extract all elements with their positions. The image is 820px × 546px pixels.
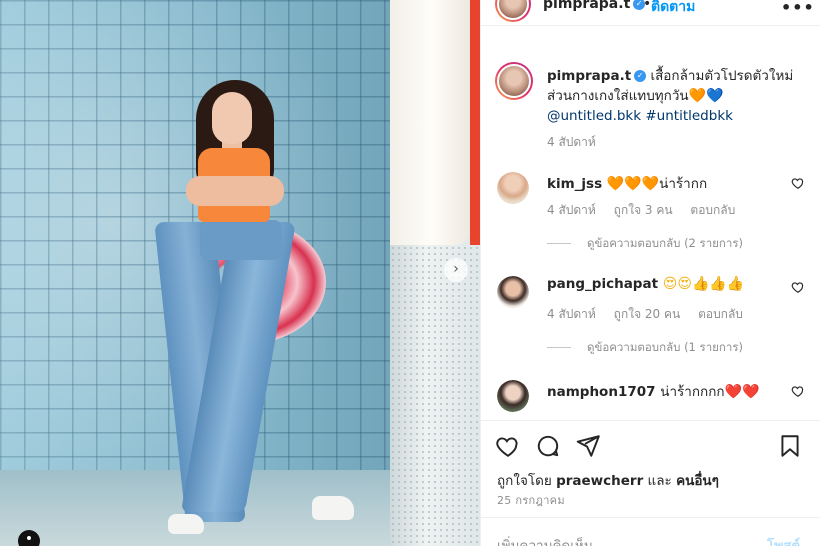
sneaker-left	[168, 514, 204, 534]
comment-age[interactable]: 4 สัปดาห์	[547, 203, 596, 217]
comment-body: pang_pichapat 😍😍👍👍👍	[547, 276, 744, 292]
pillar-panel	[390, 0, 472, 245]
comment-username[interactable]: kim_jss	[547, 176, 602, 192]
red-strip	[470, 0, 480, 245]
commenter-avatar[interactable]	[497, 172, 529, 204]
commenter-avatar[interactable]	[497, 380, 529, 412]
carousel-next-button[interactable]: ›	[444, 258, 468, 282]
chevron-right-icon: ›	[453, 261, 459, 277]
liked-user[interactable]: praewcherr	[556, 473, 643, 489]
orange-heart-icon: 🧡🧡🧡	[606, 176, 660, 192]
comment-meta: 4 สัปดาห์ ถูกใจ 20 คน ตอบกลับ	[547, 305, 757, 324]
comment-likes[interactable]: ถูกใจ 20 คน	[614, 307, 681, 321]
comment-likes[interactable]: ถูกใจ 3 คน	[614, 203, 673, 217]
crossed-arms	[186, 176, 284, 206]
bookmark-icon[interactable]	[777, 433, 803, 459]
tag-badge-icon[interactable]	[18, 530, 40, 546]
commenter-avatar[interactable]	[497, 276, 529, 308]
reply-button[interactable]: ตอบกลับ	[690, 203, 735, 217]
view-replies-text[interactable]: ดูข้อความตอบกลับ (1 รายการ)	[587, 340, 743, 354]
comment-body: namphon1707 น่าร้ากกกก❤️❤️	[547, 380, 759, 402]
liked-and: และ	[647, 473, 672, 489]
more-icon[interactable]: •••	[781, 0, 815, 17]
comment-input[interactable]: เพิ่มความคิดเห็น...	[497, 534, 606, 546]
comment-text: น่าร้ากกกก	[660, 384, 725, 400]
post-photo[interactable]: ›	[0, 0, 480, 546]
post-header: pimprapa.t ✓ • ติดตาม •••	[481, 0, 820, 26]
comment-meta: 4 สัปดาห์ ถูกใจ 3 คน ตอบกลับ	[547, 201, 749, 220]
comment-heart-icon[interactable]	[791, 176, 805, 190]
add-comment-bar: เพิ่มความคิดเห็น... โพสต์	[481, 517, 820, 546]
reply-button[interactable]: ตอบกลับ	[698, 307, 743, 321]
comment-username[interactable]: namphon1707	[547, 384, 656, 400]
caption-avatar[interactable]	[495, 62, 533, 100]
comment-heart-icon[interactable]	[791, 384, 805, 398]
sneaker-right	[312, 496, 354, 520]
commenter-avatar-image	[497, 172, 529, 204]
commenter-avatar-image	[497, 276, 529, 308]
caption-username[interactable]: pimprapa.t	[547, 68, 631, 84]
comment-body: kim_jss 🧡🧡🧡น่าร้ากก	[547, 172, 707, 194]
blue-heart-icon: 💙	[706, 88, 724, 104]
likes-summary: ถูกใจโดย praewcherr และ คนอื่นๆ	[497, 469, 719, 491]
owner-avatar-image	[497, 0, 529, 20]
heart-icon[interactable]	[495, 433, 521, 459]
face	[212, 92, 252, 144]
header-username-text[interactable]: pimprapa.t	[543, 0, 630, 12]
comment-icon[interactable]	[535, 433, 561, 459]
heart-eyes-thumbs-up-icon: 😍😍👍👍👍	[662, 276, 745, 292]
jeans-hip	[200, 220, 282, 260]
liked-others[interactable]: คนอื่นๆ	[676, 473, 719, 489]
post-actions: ถูกใจโดย praewcherr และ คนอื่นๆ 25 กรกฎา…	[481, 420, 820, 546]
orange-heart-icon: 🧡	[688, 88, 707, 104]
share-icon[interactable]	[575, 433, 601, 459]
view-replies-button[interactable]: ดูข้อความตอบกลับ (1 รายการ)	[547, 339, 743, 357]
post-side-panel: pimprapa.t ✓ • ติดตาม ••• pimprapa.t ✓ เสื…	[480, 0, 820, 546]
view-replies-button[interactable]: ดูข้อความตอบกลับ (2 รายการ)	[547, 235, 743, 253]
comment-age[interactable]: 4 สัปดาห์	[547, 307, 596, 321]
caption-tags[interactable]: @untitled.bkk #untitledbkk	[547, 108, 733, 124]
follow-button[interactable]: ติดตาม	[651, 0, 695, 18]
caption-age[interactable]: 4 สัปดาห์	[547, 133, 596, 152]
caption-avatar-image	[497, 64, 531, 98]
replies-line	[547, 243, 571, 244]
view-replies-text[interactable]: ดูข้อความตอบกลับ (2 รายการ)	[587, 236, 743, 250]
liked-prefix: ถูกใจโดย	[497, 473, 552, 489]
post-date[interactable]: 25 กรกฎาคม	[497, 491, 565, 509]
red-heart-icon: ❤️❤️	[724, 384, 760, 400]
commenter-avatar-image	[497, 380, 529, 412]
caption-text: pimprapa.t ✓ เสื้อกล้ามตัวโปรดตัวใหม่ ส่ว…	[547, 66, 807, 126]
comment-heart-icon[interactable]	[791, 280, 805, 294]
pillar-terrazzo	[390, 245, 480, 546]
header-username[interactable]: pimprapa.t ✓	[543, 0, 646, 12]
replies-line	[547, 347, 571, 348]
owner-avatar[interactable]	[495, 0, 531, 22]
verified-icon: ✓	[634, 70, 647, 82]
post-comment-button[interactable]: โพสต์	[767, 534, 800, 546]
comment-text: น่าร้ากก	[659, 176, 708, 192]
comment-username[interactable]: pang_pichapat	[547, 276, 658, 292]
